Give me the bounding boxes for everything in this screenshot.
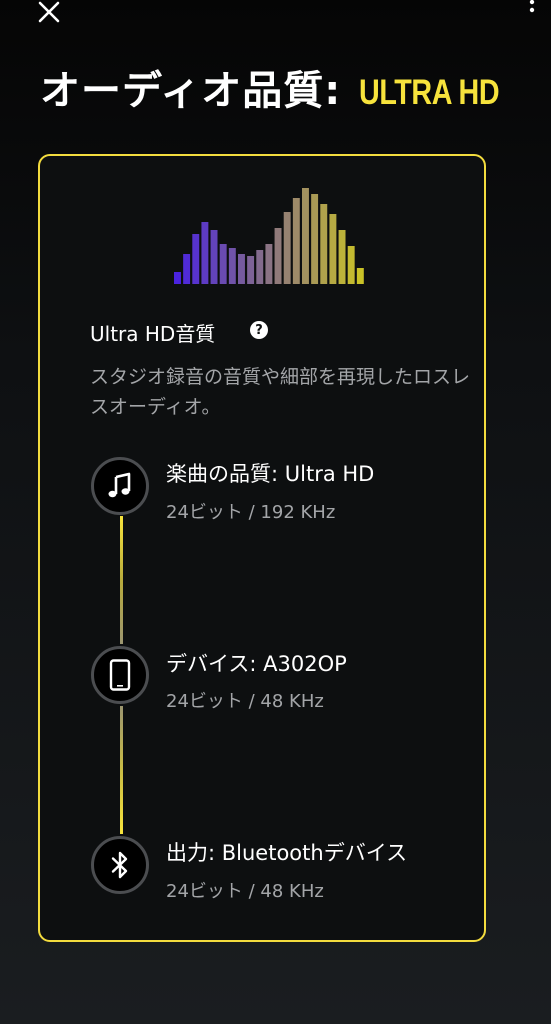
- page-title: オーディオ品質:: [40, 68, 342, 114]
- output-title: 出力: Bluetoothデバイス: [166, 841, 408, 865]
- equalizer-bar: [283, 212, 291, 284]
- equalizer-bar: [292, 198, 300, 284]
- equalizer-bar: [256, 250, 264, 284]
- equalizer-bar: [265, 244, 273, 284]
- question-icon[interactable]: ?: [250, 321, 268, 339]
- more-vertical-icon: [529, 0, 535, 13]
- chain-connector: [120, 706, 123, 834]
- title-row: オーディオ品質: ULTRA HD: [40, 58, 530, 116]
- equalizer-bar: [183, 254, 191, 284]
- track-quality-title: 楽曲の品質: Ultra HD: [166, 462, 375, 486]
- equalizer-bar: [192, 234, 200, 284]
- equalizer-bar: [210, 230, 218, 284]
- track-quality-node: [91, 457, 149, 515]
- audio-quality-screen: オーディオ品質: ULTRA HD Ultra HD音質 ? スタジオ録音の音質…: [0, 0, 551, 1024]
- equalizer-bar: [320, 204, 328, 284]
- more-options-button[interactable]: [523, 0, 541, 22]
- close-icon: [38, 1, 60, 23]
- quality-description: スタジオ録音の音質や細部を再現したロスレスオーディオ。: [90, 366, 471, 418]
- equalizer-bar: [238, 254, 245, 284]
- equalizer-bar: [338, 230, 346, 284]
- device-title: デバイス: A302OP: [166, 652, 347, 676]
- equalizer-bar: [347, 246, 355, 284]
- equalizer-graphic: [174, 188, 364, 284]
- equalizer-bar: [247, 256, 255, 284]
- device-node: [91, 646, 149, 704]
- audio-quality-card: Ultra HD音質 ? スタジオ録音の音質や細部を再現したロスレスオーディオ。…: [38, 154, 486, 942]
- smartphone-icon: [109, 659, 131, 691]
- equalizer-bar: [274, 228, 282, 284]
- chain-connector: [120, 516, 123, 644]
- equalizer-bar: [356, 268, 364, 284]
- equalizer-bar: [228, 248, 236, 284]
- section-title: Ultra HD音質: [90, 322, 216, 346]
- output-node: [91, 836, 149, 894]
- output-detail: 24ビット / 48 KHz: [166, 881, 324, 902]
- equalizer-bar: [201, 222, 209, 284]
- track-quality-detail: 24ビット / 192 KHz: [166, 502, 336, 523]
- equalizer-bar: [311, 194, 319, 284]
- quality-tag: ULTRA HD: [359, 73, 500, 112]
- equalizer-bar: [219, 244, 227, 284]
- close-button[interactable]: [34, 0, 64, 26]
- equalizer-bar: [174, 272, 181, 284]
- bluetooth-icon: [111, 851, 128, 879]
- equalizer-bar: [302, 188, 309, 284]
- music-note-icon: [108, 472, 131, 498]
- device-detail: 24ビット / 48 KHz: [166, 691, 324, 712]
- equalizer-bar: [329, 214, 337, 284]
